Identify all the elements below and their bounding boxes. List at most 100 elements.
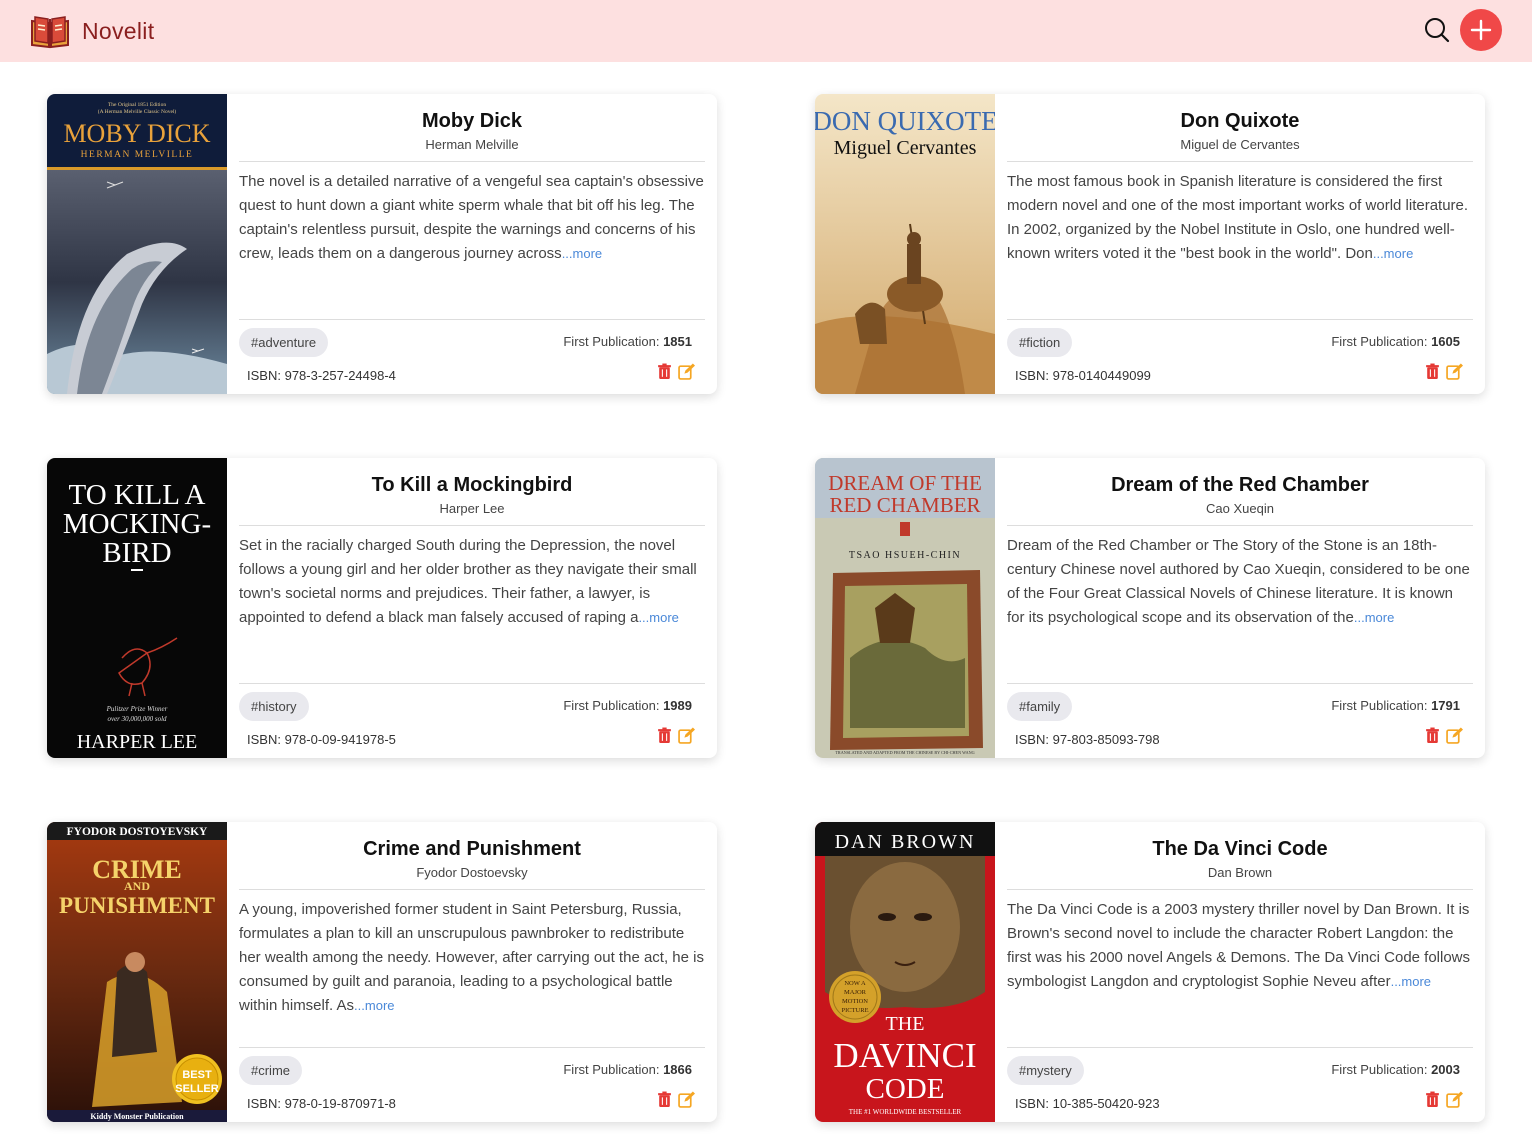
genre-tag[interactable]: #crime bbox=[239, 1056, 303, 1085]
cover-author: DAN BROWN bbox=[835, 831, 976, 853]
isbn-value: 97-803-85093-798 bbox=[1052, 732, 1160, 747]
book-card[interactable]: FYODOR DOSTOYEVSKY CRIME AND PUNISHMENT … bbox=[47, 822, 717, 1122]
book-cover: DON QUIXOTE Miguel Cervantes bbox=[815, 94, 995, 394]
cover-top-text: The Original 1851 Edition bbox=[108, 102, 166, 108]
more-link[interactable]: ...more bbox=[1373, 246, 1413, 261]
book-cover: DREAM OF THE RED CHAMBER TSAO HSUEH-CHIN… bbox=[815, 458, 995, 758]
cover-title-line-2: RED CHAMBER bbox=[829, 493, 980, 517]
cover-title-line-3: CODE bbox=[866, 1073, 945, 1105]
book-cover: FYODOR DOSTOYEVSKY CRIME AND PUNISHMENT … bbox=[47, 822, 227, 1122]
divider bbox=[239, 683, 705, 684]
cover-sold-text: over 30,000,000 sold bbox=[107, 715, 167, 723]
book-title: Crime and Punishment bbox=[363, 838, 581, 860]
cover-title: MOBY DICK bbox=[63, 119, 210, 148]
edit-icon[interactable] bbox=[1446, 727, 1463, 744]
plus-icon bbox=[1470, 19, 1492, 41]
cover-author: HERMAN MELVILLE bbox=[81, 150, 194, 160]
isbn: ISBN: 97-803-85093-798 bbox=[1015, 732, 1160, 747]
isbn: ISBN: 10-385-50420-923 bbox=[1015, 1096, 1160, 1111]
edit-icon[interactable] bbox=[678, 1091, 695, 1108]
publication-year: 1851 bbox=[663, 334, 692, 349]
cover-title-line-2: AND bbox=[124, 879, 150, 893]
first-publication: First Publication: 1851 bbox=[563, 334, 692, 349]
delete-icon[interactable] bbox=[656, 1091, 673, 1108]
book-author: Harper Lee bbox=[439, 501, 505, 516]
cover-top-text-2: (A Herman Melville Classic Novel) bbox=[98, 108, 177, 115]
publication-year: 1605 bbox=[1431, 334, 1460, 349]
more-link[interactable]: ...more bbox=[1354, 610, 1394, 625]
more-link[interactable]: ...more bbox=[562, 246, 602, 261]
book-card[interactable]: DAN BROWN NOW A MAJOR MOTION PICTURE THE… bbox=[815, 822, 1485, 1122]
motion-picture-badge-line-4: PICTURE bbox=[841, 1007, 868, 1014]
divider bbox=[1007, 525, 1473, 526]
delete-icon[interactable] bbox=[656, 363, 673, 380]
cover-title: DON QUIXOTE bbox=[815, 106, 995, 136]
book-author: Miguel de Cervantes bbox=[1180, 137, 1300, 152]
search-button[interactable] bbox=[1422, 15, 1452, 45]
edit-icon[interactable] bbox=[1446, 363, 1463, 380]
book-card[interactable]: The Original 1851 Edition (A Herman Melv… bbox=[47, 94, 717, 394]
edit-icon[interactable] bbox=[678, 727, 695, 744]
isbn: ISBN: 978-0-19-870971-8 bbox=[247, 1096, 396, 1111]
book-title: Moby Dick bbox=[421, 110, 523, 132]
divider bbox=[239, 319, 705, 320]
publication-year: 1989 bbox=[663, 698, 692, 713]
divider bbox=[239, 889, 705, 890]
genre-tag[interactable]: #history bbox=[239, 692, 309, 721]
brand-link[interactable]: Novelit bbox=[30, 13, 154, 49]
delete-icon[interactable] bbox=[1424, 1091, 1441, 1108]
book-author: Herman Melville bbox=[425, 137, 519, 152]
top-navbar: Novelit bbox=[0, 0, 1532, 62]
genre-tag[interactable]: #fiction bbox=[1007, 328, 1073, 357]
genre-tag[interactable]: #adventure bbox=[239, 328, 329, 357]
first-publication: First Publication: 1866 bbox=[563, 1062, 692, 1077]
genre-tag[interactable]: #family bbox=[1007, 692, 1073, 721]
first-publication: First Publication: 1791 bbox=[1331, 698, 1460, 713]
delete-icon[interactable] bbox=[656, 727, 673, 744]
edit-icon[interactable] bbox=[1446, 1091, 1463, 1108]
cover-award-text: Pulitzer Prize Winner bbox=[106, 705, 168, 713]
book-card[interactable]: TO KILL A MOCKING- BIRD Pulitzer Prize W… bbox=[47, 458, 717, 758]
genre-tag[interactable]: #mystery bbox=[1007, 1056, 1084, 1085]
motion-picture-badge-line-1: NOW A bbox=[844, 980, 866, 987]
cover-author: FYODOR DOSTOYEVSKY bbox=[67, 826, 208, 838]
book-title: The Da Vinci Code bbox=[1152, 838, 1328, 860]
more-link[interactable]: ...more bbox=[1391, 974, 1431, 989]
more-link[interactable]: ...more bbox=[638, 610, 678, 625]
publication-year: 2003 bbox=[1431, 1062, 1460, 1077]
publication-year: 1791 bbox=[1431, 698, 1460, 713]
book-cover: TO KILL A MOCKING- BIRD Pulitzer Prize W… bbox=[47, 458, 227, 758]
brand-name: Novelit bbox=[82, 17, 155, 44]
book-card[interactable]: DREAM OF THE RED CHAMBER TSAO HSUEH-CHIN… bbox=[815, 458, 1485, 758]
book-card[interactable]: DON QUIXOTE Miguel Cervantes Don Quixote… bbox=[815, 94, 1485, 394]
isbn-value: 978-0-19-870971-8 bbox=[284, 1096, 396, 1111]
divider bbox=[1007, 161, 1473, 162]
book-description: Dream of the Red Chamber or The Story of… bbox=[1007, 537, 1470, 626]
book-author: Cao Xueqin bbox=[1206, 501, 1274, 516]
divider bbox=[239, 525, 705, 526]
delete-icon[interactable] bbox=[1424, 727, 1441, 744]
book-description: A young, impoverished former student in … bbox=[239, 901, 704, 1014]
add-book-button[interactable] bbox=[1460, 9, 1502, 51]
delete-icon[interactable] bbox=[1424, 363, 1441, 380]
edit-icon[interactable] bbox=[678, 363, 695, 380]
cover-author: TSAO HSUEH-CHIN bbox=[849, 550, 961, 561]
first-publication: First Publication: 2003 bbox=[1331, 1062, 1460, 1077]
divider bbox=[1007, 889, 1473, 890]
cover-title-line-1: DREAM OF THE bbox=[828, 471, 982, 495]
first-publication: First Publication: 1989 bbox=[563, 698, 692, 713]
cover-author: Miguel Cervantes bbox=[834, 137, 977, 159]
divider bbox=[239, 1047, 705, 1048]
more-link[interactable]: ...more bbox=[354, 998, 394, 1013]
cover-title-line-1: TO KILL A bbox=[69, 479, 206, 511]
divider bbox=[1007, 683, 1473, 684]
cover-title-line-2: MOCKING- bbox=[63, 508, 211, 540]
book-title: Don Quixote bbox=[1180, 110, 1300, 132]
motion-picture-badge-line-2: MAJOR bbox=[844, 989, 867, 996]
publication-year: 1866 bbox=[663, 1062, 692, 1077]
book-description: The Da Vinci Code is a 2003 mystery thri… bbox=[1007, 901, 1471, 990]
cover-publisher: Kiddy Monster Publication bbox=[90, 1112, 184, 1121]
motion-picture-badge-line-3: MOTION bbox=[842, 998, 868, 1005]
cover-title-line-3: BIRD bbox=[102, 537, 171, 569]
isbn-value: 978-0140449099 bbox=[1052, 368, 1151, 383]
